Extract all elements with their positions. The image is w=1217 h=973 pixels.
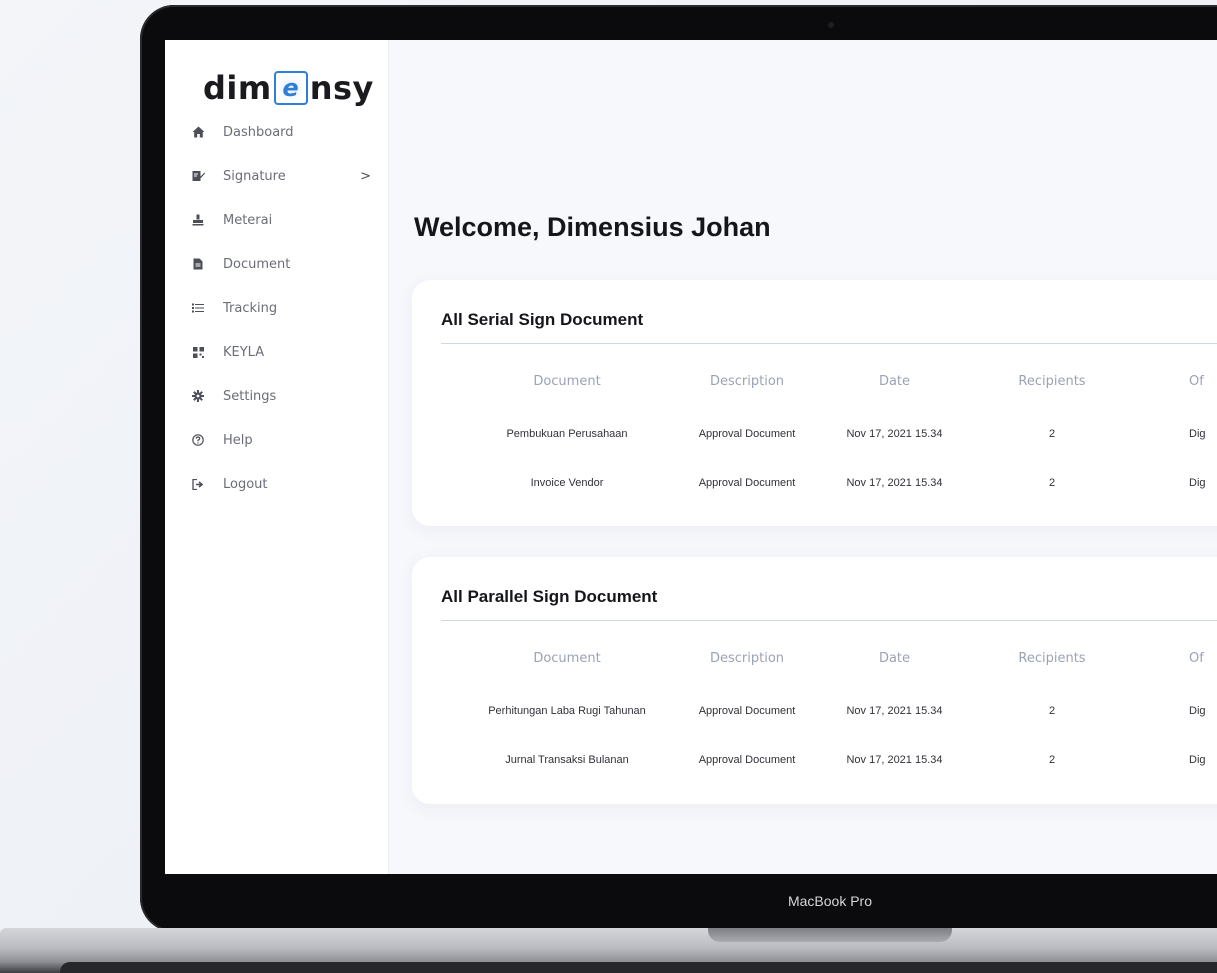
sidebar-item-label: Settings bbox=[223, 388, 277, 404]
sidebar-item-label: Tracking bbox=[223, 300, 278, 316]
sidebar-item-label: KEYLA bbox=[223, 344, 265, 360]
signature-icon bbox=[191, 169, 205, 183]
sidebar-item-label: Document bbox=[223, 256, 291, 272]
welcome-heading: Welcome, Dimensius Johan bbox=[414, 212, 771, 242]
cell-description: Approval Document bbox=[698, 477, 796, 489]
cell-recipients: 2 bbox=[1048, 477, 1056, 489]
divider bbox=[441, 620, 1217, 621]
gear-icon bbox=[191, 389, 205, 403]
logo-suffix: nsy bbox=[309, 69, 374, 107]
list-icon bbox=[191, 301, 205, 315]
table-row[interactable]: Jurnal Transaksi Bulanan Approval Docume… bbox=[412, 754, 1217, 766]
sidebar-item-keyla[interactable]: KEYLA bbox=[165, 330, 389, 374]
laptop-base-shadow bbox=[60, 962, 1217, 973]
cell-description: Approval Document bbox=[698, 754, 796, 766]
cell-recipients: 2 bbox=[1048, 705, 1056, 717]
cell-date: Nov 17, 2021 15.34 bbox=[846, 705, 943, 717]
column-header-document[interactable]: Document bbox=[412, 651, 672, 666]
column-header-date[interactable]: Date bbox=[822, 651, 967, 666]
sidebar-item-logout[interactable]: Logout bbox=[165, 462, 389, 506]
sidebar: dim e nsy Dashboard Signature > Meterai … bbox=[165, 40, 389, 874]
sidebar-item-label: Signature bbox=[223, 168, 286, 184]
cell-document: Invoice Vendor bbox=[530, 477, 604, 489]
column-header-recipients[interactable]: Recipients bbox=[967, 374, 1137, 389]
column-header-description[interactable]: Description bbox=[672, 651, 822, 666]
cell-date: Nov 17, 2021 15.34 bbox=[846, 754, 943, 766]
table-row[interactable]: Perhitungan Laba Rugi Tahunan Approval D… bbox=[412, 705, 1217, 717]
column-header-of[interactable]: Of bbox=[1137, 374, 1217, 389]
logo-e-mark: e bbox=[273, 71, 308, 105]
cell-date: Nov 17, 2021 15.34 bbox=[846, 477, 943, 489]
parallel-sign-card: All Parallel Sign Document Document Desc… bbox=[412, 557, 1217, 804]
cell-of: Dig bbox=[1189, 428, 1206, 440]
qr-icon bbox=[191, 345, 205, 359]
table-row[interactable]: Invoice Vendor Approval Document Nov 17,… bbox=[412, 477, 1217, 489]
cell-of: Dig bbox=[1189, 754, 1206, 766]
cell-recipients: 2 bbox=[1048, 428, 1056, 440]
sidebar-item-help[interactable]: Help bbox=[165, 418, 389, 462]
camera-dot bbox=[828, 22, 834, 28]
column-header-of[interactable]: Of bbox=[1137, 651, 1217, 666]
sidebar-item-label: Help bbox=[223, 432, 253, 448]
card-title: All Serial Sign Document bbox=[441, 310, 644, 329]
cell-of: Dig bbox=[1189, 477, 1206, 489]
column-header-date[interactable]: Date bbox=[822, 374, 967, 389]
sidebar-item-settings[interactable]: Settings bbox=[165, 374, 389, 418]
file-icon bbox=[191, 257, 205, 271]
laptop-hinge-notch bbox=[708, 928, 952, 942]
cell-date: Nov 17, 2021 15.34 bbox=[846, 428, 943, 440]
stamp-icon bbox=[191, 213, 205, 227]
sidebar-item-meterai[interactable]: Meterai bbox=[165, 198, 389, 242]
divider bbox=[441, 343, 1217, 344]
serial-sign-card: All Serial Sign Document Document Descri… bbox=[412, 280, 1217, 526]
sidebar-item-document[interactable]: Document bbox=[165, 242, 389, 286]
card-title: All Parallel Sign Document bbox=[441, 587, 658, 606]
column-header-document[interactable]: Document bbox=[412, 374, 672, 389]
logout-icon bbox=[191, 477, 205, 491]
chevron-right-icon[interactable]: > bbox=[360, 169, 371, 184]
home-icon bbox=[191, 125, 205, 139]
column-header-description[interactable]: Description bbox=[672, 374, 822, 389]
sidebar-item-label: Logout bbox=[223, 476, 268, 492]
table-header: Document Description Date Recipients Of bbox=[412, 651, 1217, 666]
sidebar-item-signature[interactable]: Signature > bbox=[165, 154, 389, 198]
cell-document: Jurnal Transaksi Bulanan bbox=[505, 754, 629, 766]
dimensy-logo[interactable]: dim e nsy bbox=[203, 66, 374, 110]
cell-description: Approval Document bbox=[698, 705, 796, 717]
sidebar-nav: Dashboard Signature > Meterai Document T… bbox=[165, 110, 389, 506]
cell-of: Dig bbox=[1189, 705, 1206, 717]
cell-recipients: 2 bbox=[1048, 754, 1056, 766]
cell-document: Perhitungan Laba Rugi Tahunan bbox=[488, 705, 646, 717]
column-header-recipients[interactable]: Recipients bbox=[967, 651, 1137, 666]
sidebar-item-label: Dashboard bbox=[223, 124, 294, 140]
sidebar-item-tracking[interactable]: Tracking bbox=[165, 286, 389, 330]
help-icon bbox=[191, 433, 205, 447]
device-brand-label: MacBook Pro bbox=[787, 893, 873, 909]
sidebar-item-label: Meterai bbox=[223, 212, 273, 228]
table-header: Document Description Date Recipients Of bbox=[412, 374, 1217, 389]
cell-description: Approval Document bbox=[698, 428, 796, 440]
logo-prefix: dim bbox=[203, 69, 272, 107]
app-screen: dim e nsy Dashboard Signature > Meterai … bbox=[165, 40, 1217, 874]
cell-document: Pembukuan Perusahaan bbox=[506, 428, 628, 440]
table-row[interactable]: Pembukuan Perusahaan Approval Document N… bbox=[412, 428, 1217, 440]
sidebar-item-dashboard[interactable]: Dashboard bbox=[165, 110, 389, 154]
